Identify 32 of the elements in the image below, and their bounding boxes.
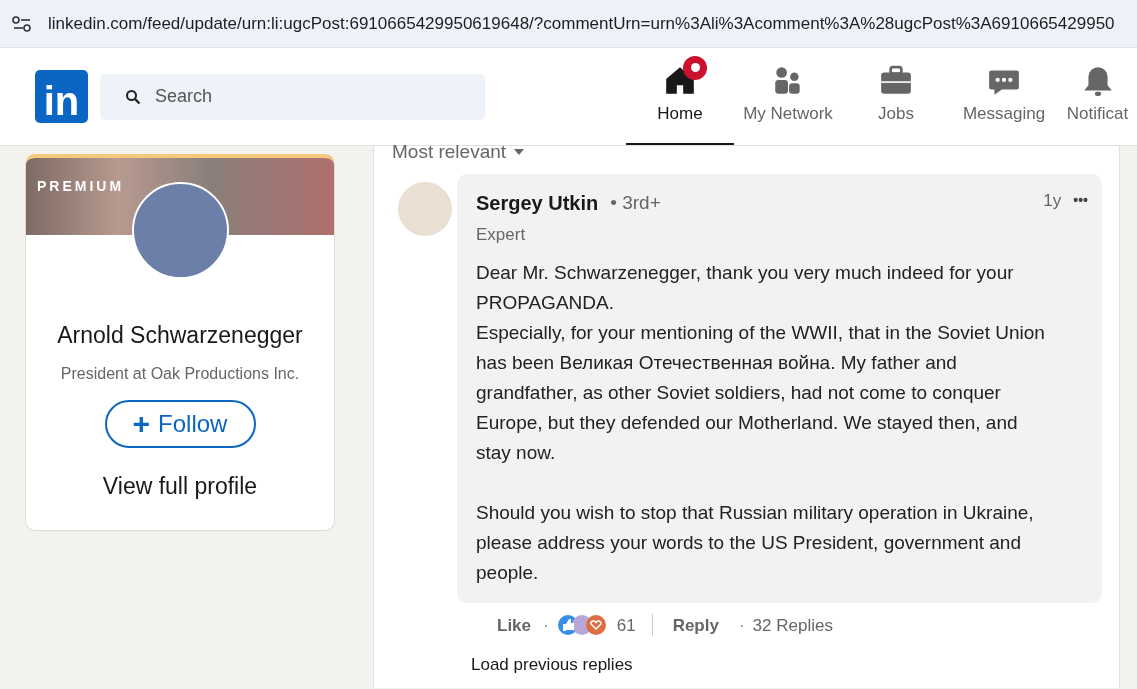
reply-button[interactable]: Reply (668, 612, 723, 638)
comment-text: Especially, for your mentioning of the WWII, that in the Soviet Union has been Великая Отечественная война. My father and grandfather, as other Soviet soldiers, had not come to conquer Europe, but they defended our Motherland. We stayed then, and stay now. (476, 320, 1046, 465)
like-button[interactable]: Like (493, 612, 536, 638)
nav-tab[interactable]: Home (626, 48, 734, 145)
view-profile-link[interactable]: View full profile (102, 468, 258, 503)
search-field[interactable]: Search (100, 73, 485, 120)
reaction-count[interactable]: 61 (616, 612, 636, 638)
nav-tab[interactable]: Messaging (950, 48, 1058, 145)
follow-button[interactable]: + Follow (104, 399, 256, 448)
nav-tab[interactable]: My Network (734, 48, 842, 145)
replies-count[interactable]: 32 Replies (752, 612, 833, 638)
premium-label: PREMIUM (37, 177, 125, 196)
profile-name[interactable]: Arnold Schwarzenegger (57, 318, 303, 353)
nav-tab[interactable]: Notificat (1058, 48, 1137, 145)
comment-text: Dear Mr. Schwarzenegger, thank you very much indeed for your PROPAGANDA. (476, 260, 1015, 315)
reactions-icon[interactable] (556, 614, 609, 637)
search-icon (125, 88, 141, 105)
load-previous-replies-link[interactable]: Load previous replies (471, 652, 1119, 678)
sort-dropdown[interactable]: Most relevant (392, 138, 525, 167)
linkedin-logo[interactable]: in (35, 70, 88, 123)
caret-icon (514, 149, 525, 156)
connection-degree: • 3rd+ (610, 190, 661, 215)
comment-time: 1y (1043, 190, 1062, 212)
separator-dot: · (543, 614, 549, 637)
separator-dot: · (738, 614, 745, 637)
author-headline: Expert (476, 224, 527, 246)
comment-text: Should you wish to stop that Russian military operation in Ukraine, please address your words to the US President, government and people. (476, 500, 1035, 585)
profile-headline: President at Oak Productions Inc. (60, 363, 300, 384)
site-settings-icon[interactable] (12, 15, 32, 32)
comment-author[interactable]: Sergey Utkin (476, 188, 599, 218)
nav-tab[interactable]: Jobs (842, 48, 950, 145)
more-options-button[interactable]: ••• (1073, 190, 1088, 212)
